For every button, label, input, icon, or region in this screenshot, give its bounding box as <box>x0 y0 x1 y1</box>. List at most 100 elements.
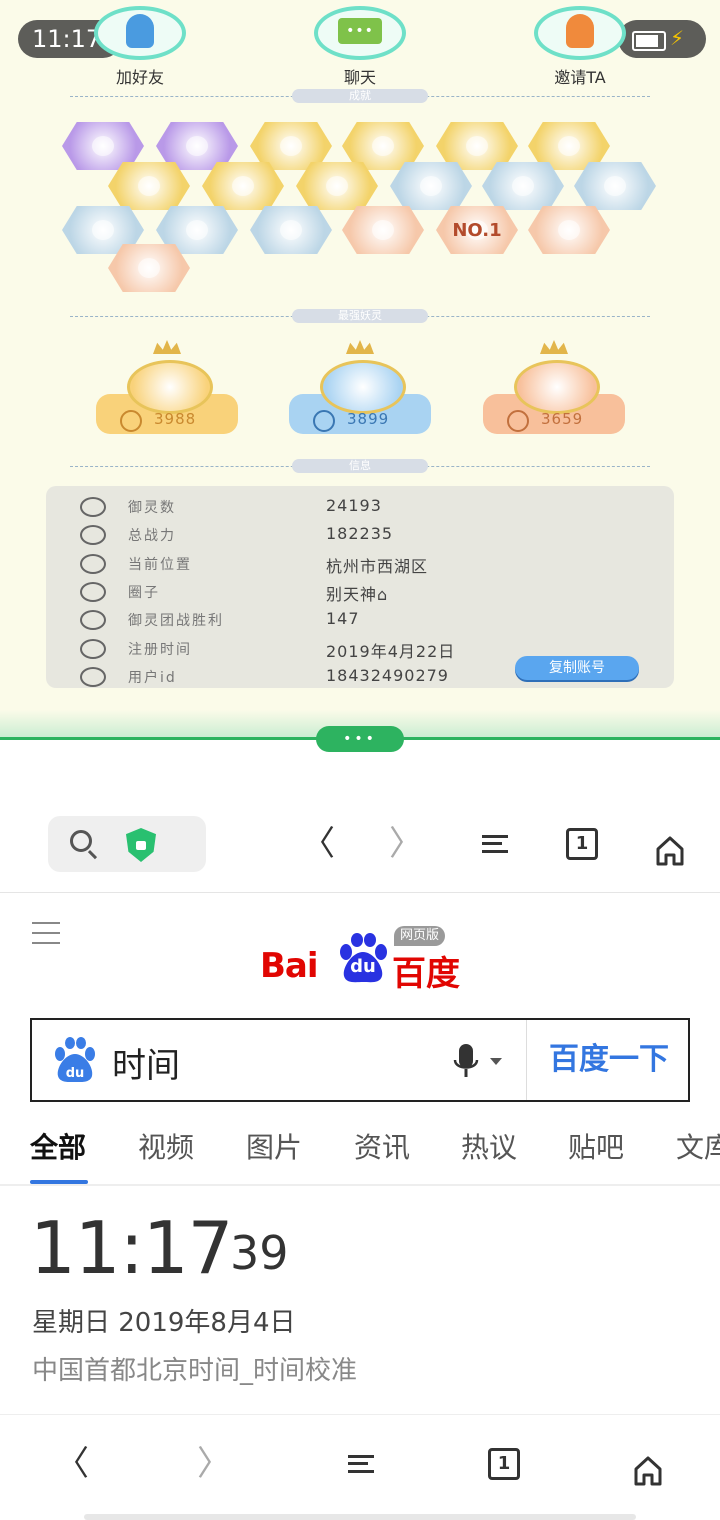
add-friend-button[interactable]: 加好友 <box>80 6 200 88</box>
address-bar[interactable] <box>48 816 206 872</box>
tab-count-icon: 1 <box>566 828 598 860</box>
logo-chinese-text: 百度 <box>392 954 460 994</box>
orange-scroll-badge[interactable] <box>528 206 610 254</box>
copy-account-button[interactable]: 复制账号 <box>515 656 639 680</box>
menu-icon <box>348 1455 374 1473</box>
bottom-home-button[interactable] <box>620 1436 676 1492</box>
orange-swords-badge[interactable] <box>108 244 190 292</box>
spirit-portrait <box>127 360 213 414</box>
search-icon <box>70 830 92 852</box>
orange-no1-badge[interactable]: NO.1 <box>436 206 518 254</box>
search-box: du 时间 百度一下 <box>30 1018 690 1102</box>
info-value: 147 <box>326 609 360 629</box>
info-label: 总战力 <box>128 528 176 545</box>
baidu-logo[interactable]: Bai du 百度 网页版 <box>258 924 468 994</box>
current-seconds: 39 <box>230 1226 289 1280</box>
bottom-back-button[interactable]: 〈 <box>44 1436 100 1492</box>
sword-icon <box>507 410 529 432</box>
search-button[interactable]: 百度一下 <box>526 1020 691 1100</box>
crown-icon <box>540 340 568 354</box>
tab-video[interactable]: 视频 <box>138 1126 194 1166</box>
menu-button[interactable] <box>466 816 522 872</box>
victory-icon <box>80 610 106 631</box>
microphone-icon[interactable] <box>452 1042 480 1082</box>
home-button[interactable] <box>642 816 698 872</box>
result-tabs: 全部 视频 图片 资讯 热议 贴吧 文库 <box>0 1120 720 1184</box>
spirit-card[interactable]: 3988 <box>96 340 238 434</box>
blue-spirit-badge[interactable] <box>390 162 472 210</box>
info-panel: 御灵数 24193 总战力 182235 当前位置 杭州市西湖区 圈子 别天神⌂ 御灵团战胜利 1… <box>46 486 674 688</box>
sword-icon <box>120 410 142 432</box>
id-card-icon <box>80 666 106 687</box>
tab-images[interactable]: 图片 <box>246 1126 302 1166</box>
crown-icon <box>346 340 374 354</box>
current-date: 星期日 2019年8月4日 <box>32 1308 296 1338</box>
power-icon <box>80 525 106 546</box>
invite-button[interactable]: 邀请TA <box>520 6 640 88</box>
spirit-portrait <box>320 360 406 414</box>
tab-tieba[interactable]: 贴吧 <box>568 1126 624 1166</box>
circle-icon <box>80 581 106 602</box>
info-value: 别天神⌂ <box>326 584 389 604</box>
spirit-card[interactable]: 3659 <box>483 340 625 434</box>
browser-top-toolbar: 〈 〉 1 <box>0 806 720 882</box>
toolbar-separator <box>0 892 720 893</box>
svg-text:du: du <box>66 1066 85 1081</box>
menu-icon <box>482 835 508 853</box>
browser-bottom-toolbar: 〈 〉 1 <box>0 1426 720 1510</box>
bottom-tabs-button[interactable]: 1 <box>476 1436 532 1492</box>
spirit-count-icon <box>80 497 106 517</box>
bottom-separator <box>0 1414 720 1415</box>
tabs-separator <box>0 1184 720 1186</box>
crown-icon <box>153 340 181 354</box>
blue-drum-badge[interactable] <box>574 162 656 210</box>
chevron-down-icon[interactable] <box>490 1058 502 1065</box>
bottom-forward-button[interactable]: 〉 <box>186 1436 242 1492</box>
baidu-paw-icon: du <box>55 1037 95 1083</box>
blue-dragon-badge[interactable] <box>482 162 564 210</box>
tab-count-icon: 1 <box>488 1448 520 1480</box>
achievements-heading: 成就 <box>292 89 428 103</box>
info-heading: 信息 <box>292 459 428 473</box>
tab-news[interactable]: 资讯 <box>354 1126 410 1166</box>
chat-button[interactable]: 聊天 <box>300 6 420 88</box>
tab-all[interactable]: 全部 <box>30 1126 86 1166</box>
back-button[interactable]: 〈 <box>290 816 346 872</box>
info-row: 御灵数 24193 <box>46 494 674 522</box>
strongest-heading: 最强妖灵 <box>292 309 428 323</box>
orange-cart-badge[interactable] <box>342 206 424 254</box>
result-subtitle[interactable]: 中国首都北京时间_时间校准 <box>32 1350 357 1387</box>
chat-label: 聊天 <box>343 68 376 87</box>
info-label: 御灵数 <box>128 500 176 516</box>
tabs-button[interactable]: 1 <box>554 816 610 872</box>
bottom-menu-button[interactable] <box>332 1436 388 1492</box>
gold-swirl-badge[interactable] <box>202 162 284 210</box>
tab-wenku[interactable]: 文库 <box>676 1126 720 1166</box>
info-label: 用户id <box>128 669 177 686</box>
blue-book-badge[interactable] <box>250 206 332 254</box>
search-input[interactable]: 时间 <box>112 1038 180 1087</box>
info-label: 当前位置 <box>128 556 192 573</box>
sword-icon <box>313 410 335 432</box>
gold-gem-badge[interactable] <box>108 162 190 210</box>
home-icon <box>633 1448 663 1486</box>
info-value: 18432490279 <box>326 665 449 685</box>
home-icon <box>655 828 685 866</box>
spirit-card[interactable]: 3899 <box>289 340 431 434</box>
logo-bai-text: Bai <box>260 946 319 986</box>
info-value: 182235 <box>326 524 394 544</box>
chat-bubble-icon <box>338 18 382 44</box>
spirit-power: 3988 <box>154 410 197 428</box>
info-row: 御灵团战胜利 147 <box>46 607 674 635</box>
tab-trending[interactable]: 热议 <box>461 1126 517 1166</box>
gold-coin-badge[interactable] <box>296 162 378 210</box>
current-time: 11:17 <box>30 1206 233 1290</box>
security-shield-icon <box>126 828 156 862</box>
add-friend-icon <box>126 14 154 48</box>
split-screen-handle[interactable]: ••• <box>316 726 404 752</box>
info-value: 2019年4月22日 <box>326 641 456 661</box>
info-label: 御灵团战胜利 <box>128 613 224 630</box>
forward-button[interactable]: 〉 <box>378 816 434 872</box>
page-menu-icon[interactable] <box>32 922 60 944</box>
info-row: 圈子 别天神⌂ <box>46 579 674 607</box>
